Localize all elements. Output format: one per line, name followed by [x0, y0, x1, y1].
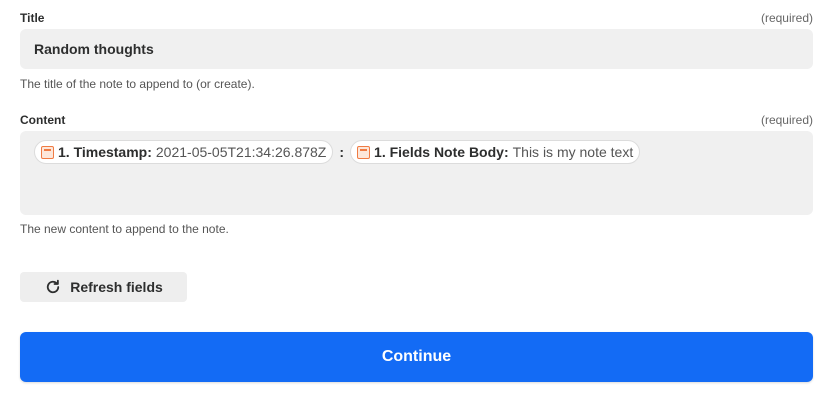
pill-separator: :: [339, 144, 345, 160]
title-input[interactable]: Random thoughts: [20, 29, 813, 69]
pill-key: 1. Timestamp:: [58, 144, 152, 160]
form: Title (required) Random thoughts The tit…: [0, 0, 840, 404]
content-label: Content: [20, 113, 66, 127]
pill-key: 1. Fields Note Body:: [374, 144, 509, 160]
content-help-text: The new content to append to the note.: [20, 222, 229, 236]
title-input-value: Random thoughts: [34, 41, 154, 57]
pill-value: 2021-05-05T21:34:26.878Z: [155, 144, 327, 160]
continue-label: Continue: [381, 348, 452, 365]
refresh-icon: [47, 279, 60, 294]
title-label-row: Title (required): [20, 10, 813, 26]
app-icon: [41, 145, 54, 159]
continue-button[interactable]: Continue: [20, 332, 813, 382]
title-help-text: The title of the note to append to (or c…: [20, 77, 255, 91]
title-label: Title: [20, 11, 45, 25]
refresh-fields-button[interactable]: Refresh fields: [20, 272, 187, 302]
content-required-indicator: (required): [760, 113, 813, 127]
title-required-indicator: (required): [760, 11, 813, 25]
pill-value: This is my note text: [512, 144, 634, 160]
note-body-pill[interactable]: 1. Fields Note Body: This is my note tex…: [350, 140, 641, 164]
content-input[interactable]: 1. Timestamp: 2021-05-05T21:34:26.878Z :…: [20, 131, 813, 215]
app-icon: [357, 145, 371, 159]
content-label-row: Content (required): [20, 112, 813, 128]
refresh-fields-label: Refresh fields: [70, 279, 163, 295]
timestamp-pill[interactable]: 1. Timestamp: 2021-05-05T21:34:26.878Z: [34, 140, 334, 164]
content-pill-line: 1. Timestamp: 2021-05-05T21:34:26.878Z :…: [34, 140, 799, 164]
